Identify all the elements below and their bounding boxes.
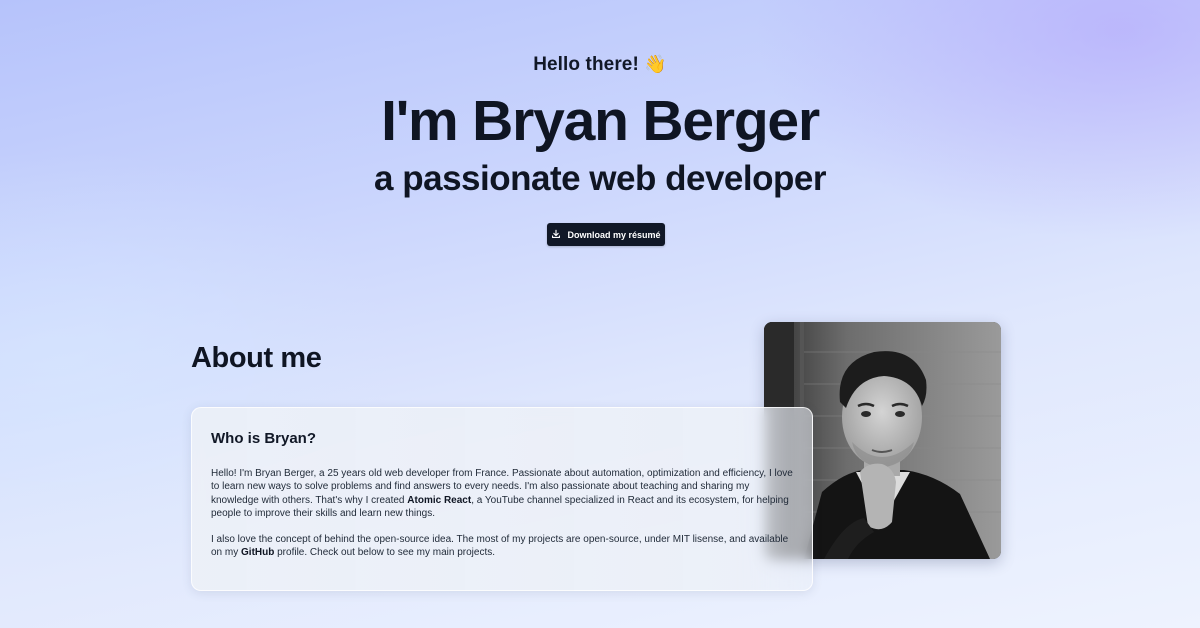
greeting-text: Hello there! (533, 54, 639, 75)
download-icon (551, 229, 561, 241)
waving-hand-icon: 👋 (644, 54, 667, 75)
about-title: About me (191, 342, 322, 374)
download-resume-button[interactable]: Download my résumé (547, 223, 665, 246)
about-card: Who is Bryan? Hello! I'm Bryan Berger, a… (191, 407, 813, 591)
about-card-title: Who is Bryan? (211, 430, 317, 447)
greeting: Hello there! 👋 (0, 54, 1200, 76)
about-paragraph-1: Hello! I'm Bryan Berger, a 25 years old … (211, 467, 796, 520)
about-paragraph-2: I also love the concept of behind the op… (211, 533, 796, 560)
hero-tagline: a passionate web developer (374, 159, 826, 198)
github-highlight: GitHub (241, 547, 275, 559)
download-resume-label: Download my résumé (567, 229, 661, 240)
atomic-react-highlight: Atomic React (407, 494, 472, 506)
hero-name: I'm Bryan Berger (381, 89, 820, 153)
about-paragraph-2-text-end: profile. Check out below to see my main … (274, 547, 495, 559)
